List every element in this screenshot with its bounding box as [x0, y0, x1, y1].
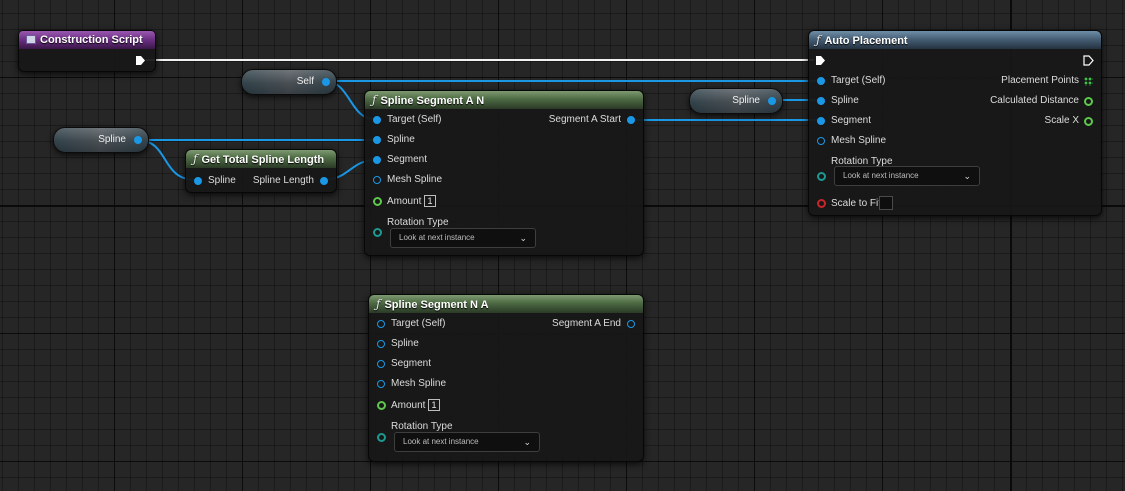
chevron-down-icon: ⌄: [963, 171, 971, 181]
get-length-output-pin[interactable]: [320, 177, 328, 185]
ap-scale-to-fit-pin[interactable]: [817, 199, 826, 208]
ap-rotation-value: Look at next instance: [843, 171, 919, 180]
ap-segment-label: Segment: [831, 115, 872, 126]
na-output-pin[interactable]: [627, 320, 635, 328]
ap-segment-pin[interactable]: [817, 117, 825, 125]
chevron-down-icon: ⌄: [523, 437, 531, 447]
auto-placement-node[interactable]: ƒ Auto Placement Target (Self) Placement …: [808, 30, 1102, 216]
ap-calculated-distance-label: Calculated Distance: [990, 95, 1079, 106]
na-segment-pin[interactable]: [377, 360, 385, 368]
ap-mesh-spline-label: Mesh Spline: [831, 135, 887, 146]
spline-label-left: Spline: [98, 134, 126, 145]
function-icon: ƒ: [372, 93, 377, 107]
spline-variable-node-left[interactable]: Spline: [53, 127, 149, 153]
spline-segment-na-node[interactable]: ƒ Spline Segment N A Target (Self) Segmen…: [368, 294, 644, 462]
na-mesh-spline-label: Mesh Spline: [391, 378, 447, 389]
an-mesh-spline-label: Mesh Spline: [387, 174, 443, 185]
exec-out-pin-icon[interactable]: [135, 55, 146, 66]
na-rotation-type-pin[interactable]: [377, 433, 386, 442]
chevron-down-icon: ⌄: [519, 233, 527, 243]
na-output-label: Segment A End: [552, 318, 621, 329]
an-spline-pin[interactable]: [373, 136, 381, 144]
na-amount-pin[interactable]: [377, 401, 386, 410]
spline-segment-an-title: Spline Segment A N: [380, 95, 485, 107]
na-spline-pin[interactable]: [377, 340, 385, 348]
na-spline-label: Spline: [391, 338, 419, 349]
self-label: Self: [296, 76, 314, 87]
self-variable-node[interactable]: Self: [241, 69, 337, 95]
get-total-spline-length-header: ƒ Get Total Spline Length: [186, 150, 336, 168]
na-target-label: Target (Self): [391, 318, 446, 329]
spline-segment-na-title: Spline Segment N A: [384, 299, 489, 311]
na-target-pin[interactable]: [377, 320, 385, 328]
function-icon: ƒ: [816, 33, 821, 47]
an-target-label: Target (Self): [387, 114, 442, 125]
na-rotation-value: Look at next instance: [403, 437, 479, 446]
exec-in-pin-icon[interactable]: [815, 55, 826, 66]
array-grid-icon[interactable]: [1084, 77, 1093, 86]
an-amount-value[interactable]: 1: [424, 195, 436, 207]
function-icon: ƒ: [193, 152, 198, 166]
an-rotation-type-dropdown[interactable]: Look at next instance ⌄: [390, 228, 536, 248]
get-length-spline-input-label: Spline: [208, 175, 236, 186]
na-amount-label: Amount: [391, 400, 426, 411]
spline-segment-na-header: ƒ Spline Segment N A: [369, 295, 643, 313]
an-output-pin[interactable]: [627, 116, 635, 124]
na-mesh-spline-pin[interactable]: [377, 380, 385, 388]
ap-scale-x-pin[interactable]: [1084, 117, 1093, 126]
get-length-spline-input-pin[interactable]: [194, 177, 202, 185]
auto-placement-title: Auto Placement: [824, 35, 908, 47]
ap-scale-to-fit-checkbox[interactable]: [879, 196, 893, 210]
ap-scale-x-label: Scale X: [1044, 115, 1079, 126]
exec-out-pin-icon[interactable]: [1083, 55, 1094, 66]
spline-left-output-pin[interactable]: [134, 136, 142, 144]
spline-label-right: Spline: [732, 95, 760, 106]
an-amount-pin[interactable]: [373, 197, 382, 206]
an-target-pin[interactable]: [373, 116, 381, 124]
ap-placement-points-label: Placement Points: [1001, 75, 1079, 86]
construction-script-header: Construction Script: [19, 31, 155, 49]
an-segment-pin[interactable]: [373, 156, 381, 164]
an-rotation-value: Look at next instance: [399, 233, 475, 242]
na-rotation-type-dropdown[interactable]: Look at next instance ⌄: [394, 432, 540, 452]
an-output-label: Segment A Start: [548, 114, 621, 125]
ap-rotation-type-pin[interactable]: [817, 172, 826, 181]
na-amount-value[interactable]: 1: [428, 399, 440, 411]
spline-segment-an-header: ƒ Spline Segment A N: [365, 91, 643, 109]
spline-right-output-pin[interactable]: [768, 97, 776, 105]
ap-rotation-type-dropdown[interactable]: Look at next instance ⌄: [834, 166, 980, 186]
auto-placement-header: ƒ Auto Placement: [809, 31, 1101, 49]
na-segment-label: Segment: [391, 358, 432, 369]
ap-scale-to-fit-label: Scale to Fit: [831, 198, 882, 209]
construction-script-title: Construction Script: [40, 34, 143, 46]
ap-mesh-spline-pin[interactable]: [817, 137, 825, 145]
an-segment-label: Segment: [387, 154, 428, 165]
ap-spline-label: Spline: [831, 95, 859, 106]
construction-script-node[interactable]: Construction Script: [18, 30, 156, 72]
ap-target-label: Target (Self): [831, 75, 886, 86]
an-rotation-type-pin[interactable]: [373, 228, 382, 237]
function-icon: ƒ: [376, 297, 381, 311]
get-total-spline-length-title: Get Total Spline Length: [201, 154, 325, 166]
get-length-output-label: Spline Length: [252, 175, 314, 186]
an-amount-label: Amount: [387, 196, 422, 207]
ap-target-pin[interactable]: [817, 77, 825, 85]
get-total-spline-length-node[interactable]: ƒ Get Total Spline Length Spline Spline L…: [185, 149, 337, 193]
ap-calculated-distance-pin[interactable]: [1084, 97, 1093, 106]
spline-variable-node-right[interactable]: Spline: [689, 88, 783, 114]
self-output-pin[interactable]: [322, 78, 330, 86]
ap-spline-pin[interactable]: [817, 97, 825, 105]
an-mesh-spline-pin[interactable]: [373, 176, 381, 184]
an-spline-label: Spline: [387, 134, 415, 145]
spline-segment-an-node[interactable]: ƒ Spline Segment A N Target (Self) Segmen…: [364, 90, 644, 256]
script-icon: [26, 35, 36, 44]
